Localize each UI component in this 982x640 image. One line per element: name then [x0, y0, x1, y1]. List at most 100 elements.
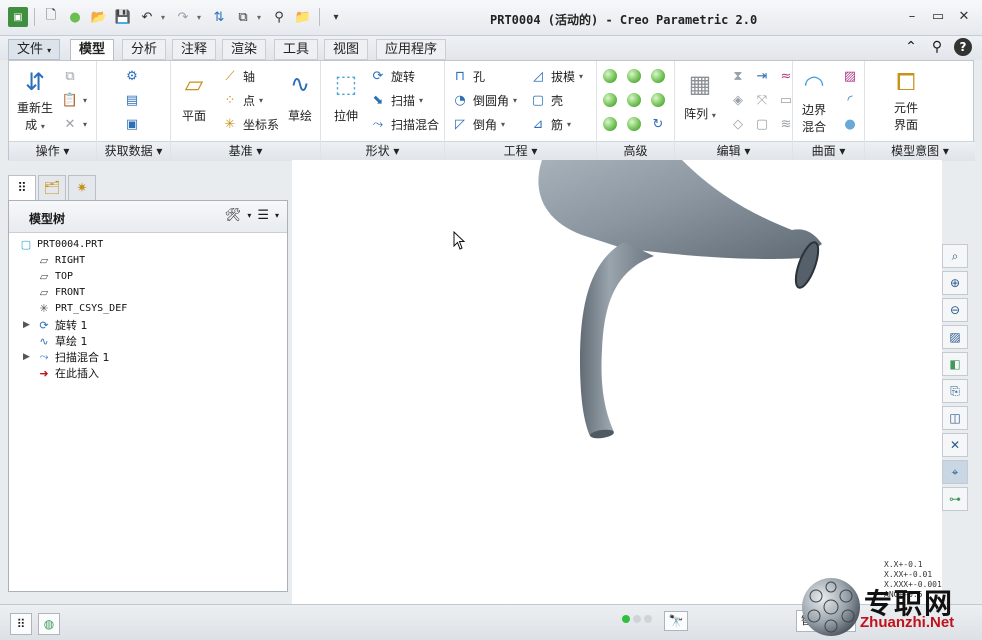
- chevron-down-icon[interactable]: ▾: [247, 211, 251, 220]
- solidify-icon[interactable]: ▢: [753, 115, 771, 133]
- group-label-model-intent[interactable]: 模型意图 ▾: [865, 141, 975, 161]
- toroidal-bend-icon[interactable]: ↻: [651, 117, 665, 132]
- revolve-body[interactable]: [538, 160, 822, 259]
- shell-button[interactable]: ▢ 壳: [529, 91, 563, 109]
- regenerate-icon[interactable]: ⇅: [209, 7, 229, 27]
- paste-button[interactable]: 📋 ▾: [61, 91, 87, 109]
- windows-dropdown-icon[interactable]: ▾: [257, 13, 265, 22]
- tab-analysis[interactable]: 分析: [122, 39, 167, 60]
- chevron-down-icon[interactable]: ▾: [275, 211, 279, 220]
- find-button[interactable]: 🔭: [664, 611, 688, 631]
- advanced-feature-icon[interactable]: [651, 69, 665, 83]
- tree-node[interactable]: ➜ 在此插入: [23, 365, 99, 381]
- undo-icon[interactable]: ↶: [137, 7, 157, 27]
- session-icon[interactable]: ●: [65, 7, 85, 27]
- customize-toolbar-icon[interactable]: ▾: [326, 7, 346, 27]
- zoom-in-icon[interactable]: ⊕: [942, 271, 968, 295]
- draft-button[interactable]: ◿ 拔模 ▾: [529, 67, 583, 85]
- saved-orientations-icon[interactable]: ⎘: [942, 379, 968, 403]
- advanced-feature-icon[interactable]: [651, 93, 665, 107]
- display-style-icon[interactable]: ◧: [942, 352, 968, 376]
- extend-icon[interactable]: ⇥: [753, 67, 771, 85]
- maximize-icon[interactable]: ▭: [930, 8, 946, 24]
- advanced-feature-icon[interactable]: [627, 69, 641, 83]
- command-search-icon[interactable]: ⚲: [928, 38, 946, 56]
- expand-arrow-icon[interactable]: ▶: [23, 352, 33, 362]
- swept-blend-button[interactable]: ⤳ 扫描混合: [369, 115, 439, 133]
- spin-center-icon[interactable]: ⌖: [942, 460, 968, 484]
- regenerate-button[interactable]: ⇵ 重新生 成 ▾: [17, 65, 53, 133]
- group-label-advanced[interactable]: 高级: [597, 141, 674, 161]
- round-button[interactable]: ◔ 倒圆角 ▾: [451, 91, 517, 109]
- refit-icon[interactable]: ⌕: [942, 244, 968, 268]
- windows-icon[interactable]: ⧉: [233, 7, 253, 27]
- shrinkwrap-button[interactable]: ▣: [123, 115, 141, 133]
- tree-node[interactable]: ▱ RIGHT: [23, 253, 85, 267]
- collapse-ribbon-icon[interactable]: ⌃: [902, 38, 920, 56]
- tab-render[interactable]: 渲染: [222, 39, 267, 60]
- tab-model[interactable]: 模型: [70, 39, 115, 60]
- advanced-feature-icon[interactable]: [627, 93, 641, 107]
- tree-node[interactable]: ▱ FRONT: [23, 285, 85, 299]
- redo-icon[interactable]: ↷: [173, 7, 193, 27]
- tree-node[interactable]: ▱ TOP: [23, 269, 73, 283]
- group-label-datum[interactable]: 基准 ▾: [171, 141, 320, 161]
- point-button[interactable]: ⁘ 点 ▾: [221, 91, 263, 109]
- plane-button[interactable]: ▱ 平面: [177, 67, 211, 124]
- group-label-surfaces[interactable]: 曲面 ▾: [793, 141, 864, 161]
- undo-dropdown-icon[interactable]: ▾: [161, 13, 169, 22]
- sketch-button[interactable]: ∿ 草绘: [283, 67, 317, 124]
- advanced-feature-icon[interactable]: [603, 69, 617, 83]
- close-icon[interactable]: ✕: [956, 8, 972, 24]
- toggle-navigator-button[interactable]: ⠿: [10, 613, 32, 635]
- pattern-button[interactable]: ▦ 阵列 ▾: [683, 67, 717, 122]
- extrude-button[interactable]: ⬚ 拉伸: [329, 67, 363, 124]
- fill-button[interactable]: ▨: [841, 67, 859, 85]
- component-interface-button[interactable]: ⧠ 元件 界面: [889, 65, 923, 133]
- trim-icon[interactable]: ⤧: [753, 91, 771, 109]
- sweep-button[interactable]: ⬊ 扫描 ▾: [369, 91, 423, 109]
- help-icon[interactable]: ?: [954, 38, 972, 56]
- annotation-display-icon[interactable]: ⊶: [942, 487, 968, 511]
- settings-icon[interactable]: 🛠: [225, 208, 242, 223]
- advanced-feature-icon[interactable]: [603, 117, 617, 131]
- datum-display-icon[interactable]: ✕: [942, 433, 968, 457]
- model-tree-tab[interactable]: ⠿: [8, 175, 36, 201]
- tab-tools[interactable]: 工具: [274, 39, 319, 60]
- search-icon[interactable]: ⚲: [269, 7, 289, 27]
- zoom-out-icon[interactable]: ⊖: [942, 298, 968, 322]
- axis-button[interactable]: ⟋ 轴: [221, 67, 255, 85]
- favorites-tab[interactable]: ✷: [68, 175, 96, 201]
- group-label-engineering[interactable]: 工程 ▾: [445, 141, 596, 161]
- copy-button[interactable]: ⧉: [61, 67, 79, 85]
- minimize-icon[interactable]: –: [904, 8, 920, 24]
- repaint-icon[interactable]: ▨: [942, 325, 968, 349]
- new-file-icon[interactable]: 🗋: [41, 7, 61, 27]
- style-button[interactable]: ◜: [841, 91, 859, 109]
- copy-geometry-button[interactable]: ▤: [123, 91, 141, 109]
- tree-node[interactable]: ∿ 草绘 1: [23, 333, 87, 349]
- csys-button[interactable]: ✳ 坐标系: [221, 115, 279, 133]
- close-window-icon[interactable]: 📁: [293, 7, 313, 27]
- user-defined-feature-button[interactable]: ⚙: [123, 67, 141, 85]
- rib-button[interactable]: ⊿ 筋 ▾: [529, 115, 571, 133]
- folder-browser-tab[interactable]: 🗂: [38, 175, 66, 201]
- tree-node[interactable]: ▶ ⤳ 扫描混合 1: [23, 349, 110, 365]
- tab-view[interactable]: 视图: [324, 39, 369, 60]
- tree-node[interactable]: ▶ ⟳ 旋转 1: [23, 317, 88, 333]
- advanced-feature-icon[interactable]: [627, 117, 641, 131]
- open-folder-icon[interactable]: 📂: [89, 7, 109, 27]
- tab-applications[interactable]: 应用程序: [376, 39, 447, 60]
- hole-button[interactable]: ⊓ 孔: [451, 67, 485, 85]
- redo-dropdown-icon[interactable]: ▾: [197, 13, 205, 22]
- intersect-icon[interactable]: ◇: [729, 115, 747, 133]
- expand-arrow-icon[interactable]: ▶: [23, 320, 33, 330]
- mirror-icon[interactable]: ⧗: [729, 67, 747, 85]
- tab-file[interactable]: 文件 ▾: [8, 39, 61, 60]
- tab-annotate[interactable]: 注释: [172, 39, 217, 60]
- freestyle-button[interactable]: ●: [841, 115, 859, 133]
- tree-node[interactable]: ▢ PRT0004.PRT: [15, 237, 103, 251]
- group-label-operations[interactable]: 操作 ▾: [9, 141, 96, 161]
- graphics-window[interactable]: [292, 160, 942, 604]
- group-label-shapes[interactable]: 形状 ▾: [321, 141, 444, 161]
